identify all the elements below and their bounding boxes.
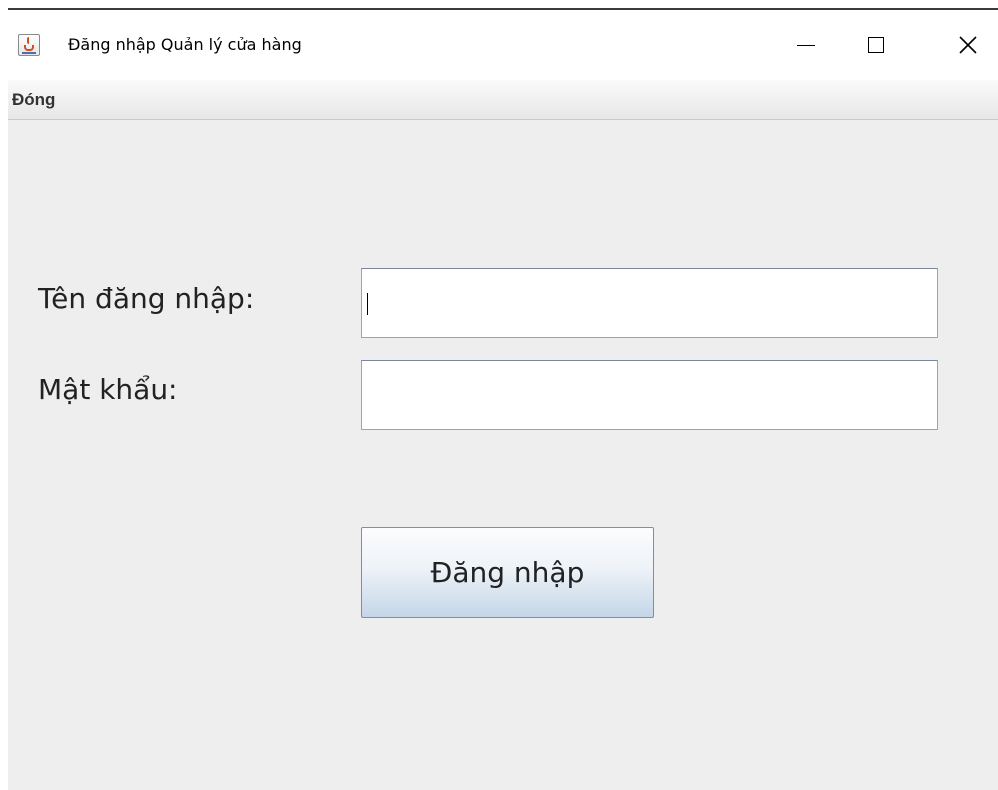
password-field[interactable] <box>361 360 938 430</box>
close-icon <box>959 36 977 54</box>
password-label: Mật khẩu: <box>38 373 178 406</box>
menu-bar: Đóng <box>8 80 998 120</box>
login-button-label: Đăng nhập <box>430 556 585 589</box>
close-button[interactable] <box>922 10 998 80</box>
java-cup-icon <box>18 34 40 56</box>
maximize-icon <box>868 37 884 53</box>
title-bar[interactable]: Đăng nhập Quản lý cửa hàng <box>8 10 998 80</box>
login-button[interactable]: Đăng nhập <box>361 527 654 618</box>
maximize-button[interactable] <box>830 10 922 80</box>
username-label: Tên đăng nhập: <box>38 282 255 315</box>
login-window: Đăng nhập Quản lý cửa hàng Đóng Tên đăng… <box>8 8 998 790</box>
menu-item-close[interactable]: Đóng <box>12 90 55 110</box>
username-field[interactable] <box>361 268 938 338</box>
window-title: Đăng nhập Quản lý cửa hàng <box>68 35 302 54</box>
minimize-icon <box>797 44 815 46</box>
text-caret <box>367 293 368 315</box>
